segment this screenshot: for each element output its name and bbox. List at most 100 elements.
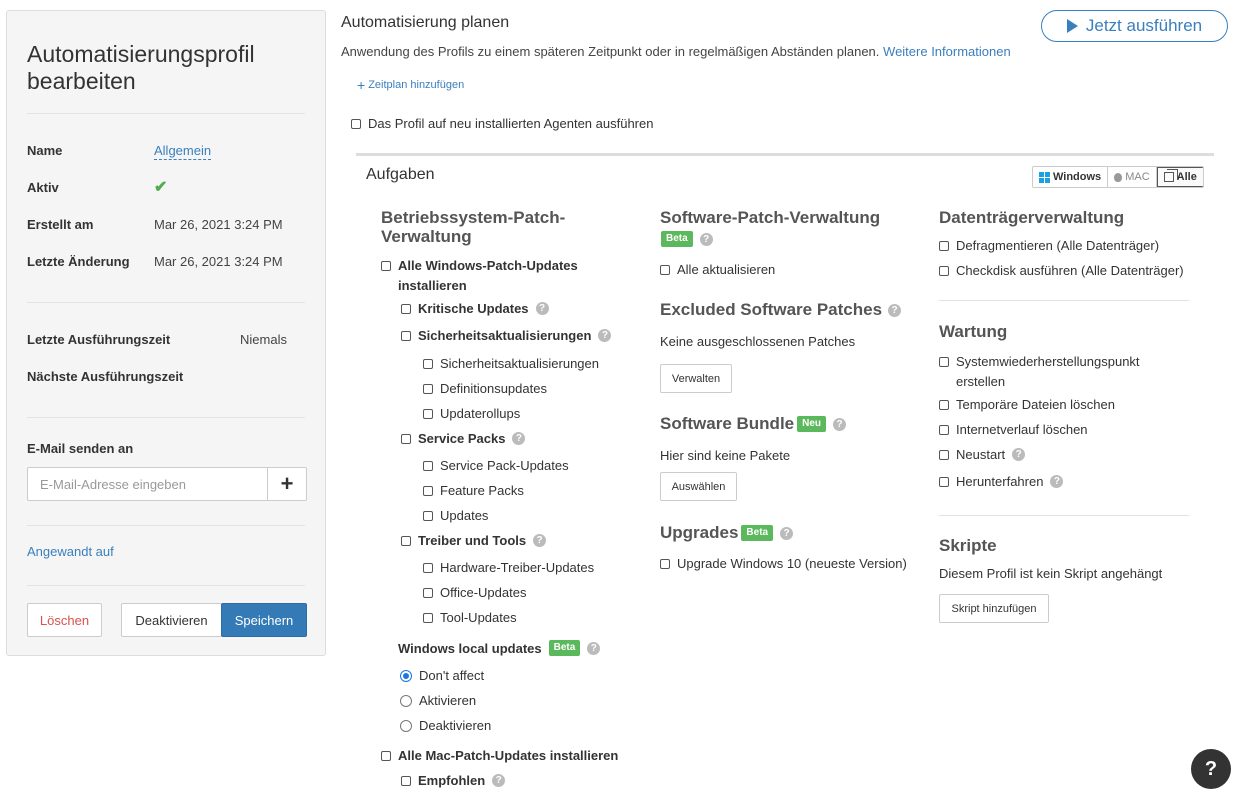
- definition-option[interactable]: Definitionsupdates: [423, 381, 547, 396]
- updates-option[interactable]: Updates: [423, 508, 488, 523]
- history-option[interactable]: Internetverlauf löschen: [939, 422, 1088, 437]
- help-icon[interactable]: ?: [598, 329, 612, 342]
- hw-drivers-option[interactable]: Hardware-Treiber-Updates: [423, 560, 594, 575]
- deactivate-radio[interactable]: [400, 719, 412, 732]
- security-sub-checkbox[interactable]: [423, 359, 433, 369]
- save-button[interactable]: Speichern: [221, 603, 307, 637]
- applied-to-link[interactable]: Angewandt auf: [27, 544, 114, 559]
- upgrade-win10-checkbox[interactable]: [660, 559, 670, 569]
- update-all-checkbox[interactable]: [660, 265, 670, 275]
- office-option[interactable]: Office-Updates: [423, 585, 526, 600]
- help-icon[interactable]: ?: [535, 302, 549, 315]
- modified-value: Mar 26, 2021 3:24 PM: [154, 254, 283, 269]
- security-label: Sicherheitsaktualisierungen: [418, 328, 592, 343]
- more-info-link[interactable]: Weitere Informationen: [883, 44, 1011, 59]
- service-packs-checkbox[interactable]: [401, 434, 411, 444]
- help-button[interactable]: ?: [1191, 749, 1231, 789]
- restore-point-option[interactable]: Systemwiederherstellungspunkt erstellen: [939, 352, 1159, 392]
- all-windows-checkbox[interactable]: [381, 261, 391, 271]
- activate-radio[interactable]: [400, 694, 412, 707]
- run-now-button[interactable]: Jetzt ausführen: [1041, 10, 1228, 42]
- all-mac-checkbox[interactable]: [381, 751, 391, 761]
- help-icon[interactable]: ?: [1050, 475, 1064, 488]
- help-icon[interactable]: ?: [533, 534, 547, 547]
- hw-drivers-checkbox[interactable]: [423, 563, 433, 573]
- restart-checkbox[interactable]: [939, 450, 949, 460]
- divider: [27, 302, 305, 303]
- shutdown-option[interactable]: Herunterfahren ?: [939, 474, 1064, 489]
- critical-checkbox[interactable]: [401, 304, 411, 314]
- definition-checkbox[interactable]: [423, 384, 433, 394]
- run-on-new-agents-checkbox[interactable]: [351, 119, 361, 129]
- history-label: Internetverlauf löschen: [956, 422, 1088, 437]
- drivers-tools-option[interactable]: Treiber und Tools ?: [401, 533, 547, 548]
- upgrade-win10-option[interactable]: Upgrade Windows 10 (neueste Version): [660, 556, 907, 571]
- os-filter-mac[interactable]: MAC: [1108, 167, 1157, 187]
- deactivate-option[interactable]: Deaktivieren: [400, 718, 491, 733]
- checkdisk-option[interactable]: Checkdisk ausführen (Alle Datenträger): [939, 263, 1184, 278]
- software-patch-title: Software-Patch-Verwaltung: [660, 208, 881, 227]
- security-option[interactable]: Sicherheitsaktualisierungen ?: [401, 328, 612, 343]
- restart-option[interactable]: Neustart ?: [939, 447, 1026, 462]
- restore-point-checkbox[interactable]: [939, 357, 949, 367]
- temp-files-option[interactable]: Temporäre Dateien löschen: [939, 397, 1115, 412]
- history-checkbox[interactable]: [939, 425, 949, 435]
- feature-packs-checkbox[interactable]: [423, 486, 433, 496]
- rollups-option[interactable]: Updaterollups: [423, 406, 520, 421]
- security-sub-option[interactable]: Sicherheitsaktualisierungen: [423, 356, 599, 371]
- help-icon[interactable]: ?: [780, 526, 794, 540]
- deactivate-button[interactable]: Deaktivieren: [121, 603, 222, 637]
- updates-checkbox[interactable]: [423, 511, 433, 521]
- update-all-option[interactable]: Alle aktualisieren: [660, 262, 775, 277]
- dont-affect-radio[interactable]: [400, 669, 412, 682]
- delete-button[interactable]: Löschen: [27, 603, 102, 637]
- add-email-button[interactable]: +: [267, 468, 306, 500]
- help-icon[interactable]: ?: [492, 774, 506, 787]
- schedule-description-text: Anwendung des Profils zu einem späteren …: [341, 44, 880, 59]
- divider: [27, 585, 305, 586]
- help-icon[interactable]: ?: [512, 432, 526, 445]
- drivers-tools-label: Treiber und Tools: [418, 533, 527, 548]
- select-button[interactable]: Auswählen: [660, 472, 737, 501]
- temp-files-checkbox[interactable]: [939, 400, 949, 410]
- manage-button[interactable]: Verwalten: [660, 364, 732, 393]
- tool-updates-checkbox[interactable]: [423, 613, 433, 623]
- excluded-heading: Excluded Software Patches ?: [660, 300, 902, 320]
- all-mac-option[interactable]: Alle Mac-Patch-Updates installieren: [381, 748, 618, 763]
- sp-updates-checkbox[interactable]: [423, 461, 433, 471]
- shutdown-checkbox[interactable]: [939, 477, 949, 487]
- help-icon[interactable]: ?: [888, 303, 902, 317]
- checkdisk-checkbox[interactable]: [939, 266, 949, 276]
- recommended-checkbox[interactable]: [401, 776, 411, 786]
- office-checkbox[interactable]: [423, 588, 433, 598]
- dont-affect-option[interactable]: Don't affect: [400, 668, 484, 683]
- help-icon[interactable]: ?: [587, 641, 601, 655]
- drivers-tools-checkbox[interactable]: [401, 536, 411, 546]
- defrag-option[interactable]: Defragmentieren (Alle Datenträger): [939, 238, 1159, 253]
- rollups-label: Updaterollups: [440, 406, 521, 421]
- run-on-new-agents-option[interactable]: Das Profil auf neu installierten Agenten…: [351, 116, 653, 131]
- name-value-link[interactable]: Allgemein: [154, 143, 212, 160]
- service-packs-option[interactable]: Service Packs ?: [401, 431, 526, 446]
- activate-option[interactable]: Aktivieren: [400, 693, 476, 708]
- upgrade-win10-label: Upgrade Windows 10 (neueste Version): [677, 556, 907, 571]
- os-filter-all[interactable]: Alle: [1156, 167, 1203, 187]
- add-script-button[interactable]: Skript hinzufügen: [939, 594, 1049, 623]
- rollups-checkbox[interactable]: [423, 409, 433, 419]
- help-icon[interactable]: ?: [833, 417, 847, 431]
- help-icon[interactable]: ?: [1012, 448, 1026, 461]
- add-schedule-link[interactable]: + Zeitplan hinzufügen: [357, 77, 464, 93]
- feature-packs-option[interactable]: Feature Packs: [423, 483, 524, 498]
- defrag-checkbox[interactable]: [939, 241, 949, 251]
- help-icon[interactable]: ?: [699, 232, 713, 246]
- os-filter-windows[interactable]: Windows: [1033, 167, 1109, 187]
- bundle-heading: Software Bundle Neu ?: [660, 414, 847, 434]
- security-checkbox[interactable]: [401, 331, 411, 341]
- critical-option[interactable]: Kritische Updates ?: [401, 301, 549, 316]
- recommended-option[interactable]: Empfohlen ?: [401, 773, 506, 788]
- email-input[interactable]: [28, 468, 267, 500]
- all-windows-option[interactable]: Alle Windows-Patch-Updates installieren: [381, 256, 601, 296]
- sp-updates-option[interactable]: Service Pack-Updates: [423, 458, 569, 473]
- tool-updates-option[interactable]: Tool-Updates: [423, 610, 517, 625]
- divider: [939, 515, 1189, 516]
